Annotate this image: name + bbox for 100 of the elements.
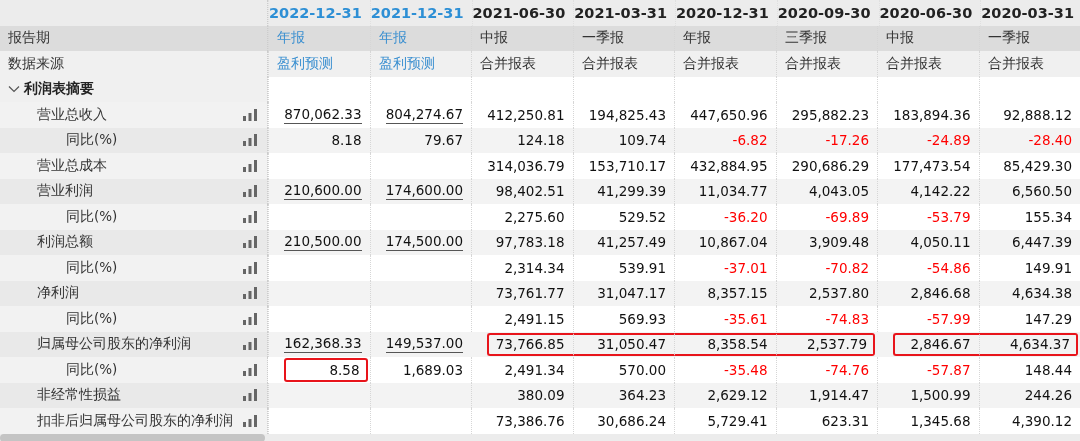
table-cell: -74.83 xyxy=(825,310,869,327)
table-cell: 290,686.29 xyxy=(791,157,869,174)
bar-chart-icon[interactable] xyxy=(243,210,257,223)
table-cell: 124.18 xyxy=(517,132,565,149)
table-cell: 3,909.48 xyxy=(808,234,869,251)
table-cell: 10,867.04 xyxy=(698,234,768,251)
section-title: 利润表摘要 xyxy=(24,80,94,99)
table-cell: 73,386.76 xyxy=(495,412,565,429)
table-cell: 73,761.77 xyxy=(495,285,565,302)
bar-chart-icon[interactable] xyxy=(243,414,257,427)
table-cell: 295,882.23 xyxy=(791,106,869,123)
row-label: 利润总额 xyxy=(37,233,94,252)
table-cell: 569.93 xyxy=(618,310,666,327)
row-label: 数据来源 xyxy=(8,54,64,73)
table-cell: -28.40 xyxy=(1028,132,1072,149)
table-cell: 149,537.00 xyxy=(385,335,463,354)
data-source: 合并报表 xyxy=(886,54,942,73)
table-cell: 153,710.17 xyxy=(588,157,666,174)
table-cell: -57.87 xyxy=(926,361,971,378)
table-cell: 4,634.38 xyxy=(1011,285,1072,302)
table-cell: 2,629.12 xyxy=(707,387,768,404)
table-cell: 155.34 xyxy=(1024,208,1072,225)
row-label: 同比(%) xyxy=(66,207,119,226)
table-cell: 79.67 xyxy=(424,132,463,149)
table-cell: 147.29 xyxy=(1024,310,1072,327)
row-label: 扣非后归属母公司股东的净利润 xyxy=(37,411,234,430)
row-label: 非经常性损益 xyxy=(37,386,122,405)
bar-chart-icon[interactable] xyxy=(243,363,257,376)
report-period: 三季报 xyxy=(784,29,827,48)
table-cell: 30,686.24 xyxy=(597,412,666,429)
table-cell: 98,402.51 xyxy=(495,183,565,200)
bar-chart-icon[interactable] xyxy=(243,338,257,351)
row-label: 营业利润 xyxy=(37,182,94,201)
table-cell: 31,047.17 xyxy=(597,285,666,302)
bar-chart-icon[interactable] xyxy=(243,236,257,249)
table-cell: 529.52 xyxy=(618,208,666,225)
table-cell: 148.44 xyxy=(1024,361,1072,378)
table-cell: 2,846.67 xyxy=(910,336,971,353)
table-cell: 2,275.60 xyxy=(504,208,565,225)
table-cell: -37.01 xyxy=(723,259,768,276)
bar-chart-icon[interactable] xyxy=(243,389,257,402)
data-source: 合并报表 xyxy=(581,54,638,73)
horizontal-scrollbar[interactable] xyxy=(0,433,1080,441)
bar-chart-icon[interactable] xyxy=(243,261,257,274)
bar-chart-icon[interactable] xyxy=(243,134,257,147)
data-source: 合并报表 xyxy=(987,54,1044,73)
column-header[interactable]: 2021-03-31 xyxy=(574,4,667,21)
table-cell: 804,274.67 xyxy=(385,105,463,124)
bar-chart-icon[interactable] xyxy=(243,312,257,325)
table-cell: 2,491.34 xyxy=(504,361,565,378)
table-cell: -70.82 xyxy=(825,259,869,276)
data-source: 合并报表 xyxy=(784,54,841,73)
table-cell: 183,894.36 xyxy=(893,106,971,123)
table-cell: -24.89 xyxy=(926,132,971,149)
table-cell: 194,825.43 xyxy=(588,106,666,123)
report-period: 年报 xyxy=(378,29,407,48)
column-header[interactable]: 2020-03-31 xyxy=(981,4,1074,21)
table-cell: 2,491.15 xyxy=(504,310,565,327)
column-header[interactable]: 2021-06-30 xyxy=(472,4,566,21)
table-cell: 4,390.12 xyxy=(1011,412,1072,429)
table-cell: 92,888.12 xyxy=(1003,106,1072,123)
table-cell: 2,846.68 xyxy=(910,285,971,302)
row-label: 营业总收入 xyxy=(37,105,108,124)
column-header[interactable]: 2020-06-30 xyxy=(879,4,973,21)
table-cell: 364.23 xyxy=(618,387,666,404)
table-cell: -36.20 xyxy=(723,208,768,225)
row-label: 归属母公司股东的净利润 xyxy=(37,335,192,354)
table-cell: -6.82 xyxy=(732,132,768,149)
data-source: 盈利预测 xyxy=(378,54,435,73)
table-cell: 539.91 xyxy=(618,259,666,276)
table-cell: 162,368.33 xyxy=(284,335,362,354)
table-cell: 1,689.03 xyxy=(402,361,463,378)
table-cell: -74.76 xyxy=(825,361,869,378)
column-header[interactable]: 2020-12-31 xyxy=(676,4,769,21)
row-label: 营业总成本 xyxy=(37,156,108,175)
table-cell: -53.79 xyxy=(926,208,971,225)
column-header[interactable]: 2020-09-30 xyxy=(777,4,871,21)
bar-chart-icon[interactable] xyxy=(243,185,257,198)
table-cell: 4,634.37 xyxy=(1009,336,1070,353)
table-cell: 244.26 xyxy=(1024,387,1072,404)
table-cell: 2,537.80 xyxy=(808,285,869,302)
table-cell: -35.61 xyxy=(723,310,768,327)
bar-chart-icon[interactable] xyxy=(243,159,257,172)
report-period: 年报 xyxy=(683,29,711,48)
table-cell: 1,345.68 xyxy=(910,412,971,429)
table-cell: 4,043.05 xyxy=(808,183,869,200)
report-period: 年报 xyxy=(277,29,305,48)
data-source: 盈利预测 xyxy=(277,54,333,73)
table-cell: 174,600.00 xyxy=(385,182,463,201)
table-cell: 2,314.34 xyxy=(504,259,565,276)
table-cell: -69.89 xyxy=(825,208,869,225)
bar-chart-icon[interactable] xyxy=(243,287,257,300)
row-label: 同比(%) xyxy=(66,360,119,379)
table-cell: 447,650.96 xyxy=(690,106,768,123)
report-period: 中报 xyxy=(480,29,508,48)
table-cell: 109.74 xyxy=(618,132,666,149)
table-cell: 11,034.77 xyxy=(698,183,768,200)
row-label: 同比(%) xyxy=(66,131,119,150)
bar-chart-icon[interactable] xyxy=(243,108,257,121)
scrollbar-thumb[interactable] xyxy=(0,433,265,441)
